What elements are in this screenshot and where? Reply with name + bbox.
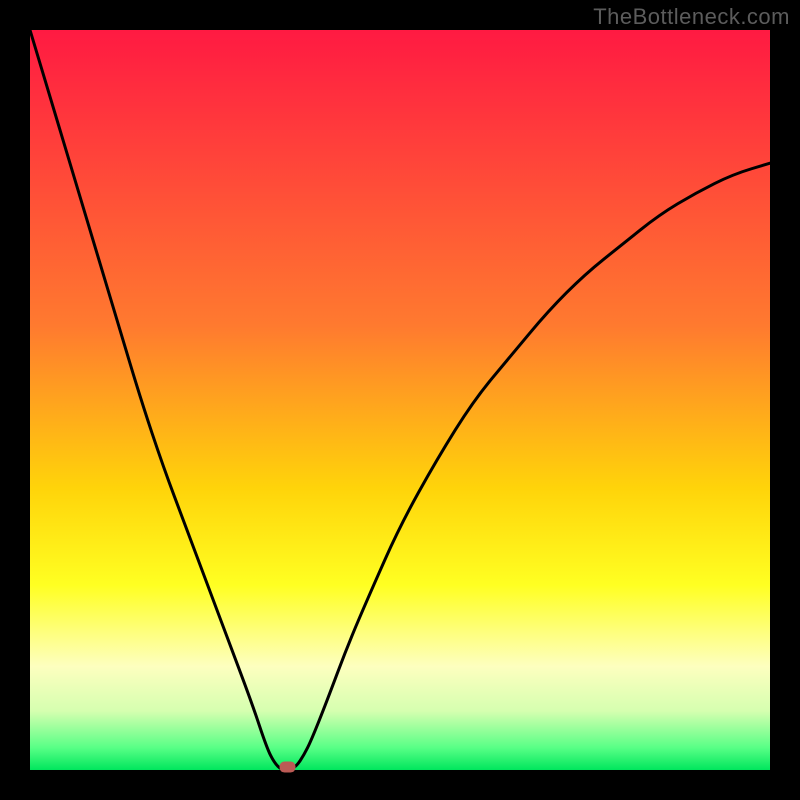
attribution-watermark: TheBottleneck.com [593,4,790,30]
optimum-marker [280,762,296,773]
chart-container: TheBottleneck.com [0,0,800,800]
bottleneck-chart [0,0,800,800]
